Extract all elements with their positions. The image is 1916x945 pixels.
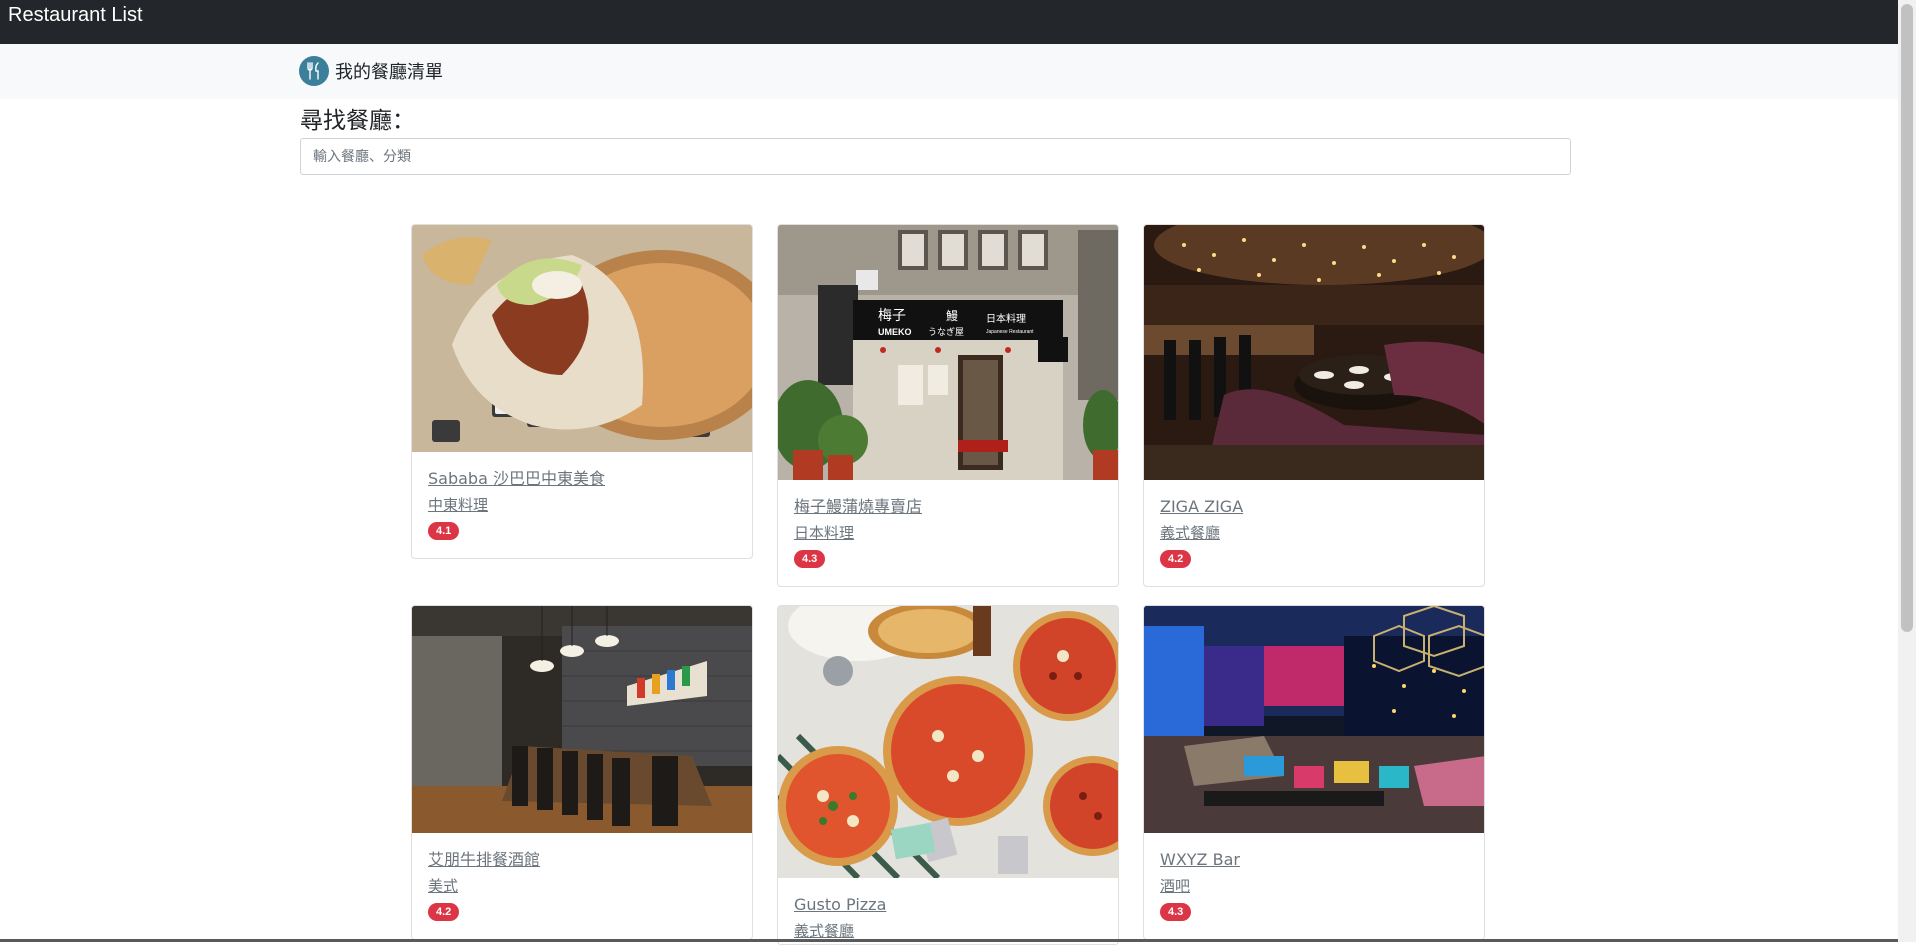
search-label: 尋找餐廳： xyxy=(300,108,415,134)
restaurant-name[interactable]: 梅子鰻蒲燒專賣店 xyxy=(794,494,1102,520)
restaurant-card[interactable]: WXYZ Bar 酒吧 4.3 xyxy=(1143,605,1485,940)
restaurant-photo[interactable] xyxy=(412,225,752,452)
sign-eel: 鰻 xyxy=(946,309,958,323)
scrollbar-thumb[interactable] xyxy=(1901,4,1913,632)
rating-badge: 4.3 xyxy=(1160,903,1192,921)
restaurant-name[interactable]: Sababa 沙巴巴中東美食 xyxy=(428,466,736,492)
restaurant-photo[interactable]: 梅子 UMEKO 鰻 うなぎ屋 日本料理 Japanese Restaurant xyxy=(778,225,1118,480)
restaurant-category[interactable]: 中東料理 xyxy=(428,492,736,518)
fork-knife-icon xyxy=(299,56,329,86)
restaurant-photo[interactable] xyxy=(412,606,752,833)
rating-badge: 4.3 xyxy=(794,550,826,568)
sign-sub: UMEKO xyxy=(878,327,912,337)
restaurant-name[interactable]: Gusto Pizza xyxy=(794,892,1102,918)
brand-name: 我的餐廳清單 xyxy=(335,62,443,83)
brand-bar: 我的餐廳清單 xyxy=(0,44,1898,99)
restaurant-name[interactable]: WXYZ Bar xyxy=(1160,847,1468,873)
restaurant-name[interactable]: ZIGA ZIGA xyxy=(1160,494,1468,520)
restaurant-card[interactable]: 梅子 UMEKO 鰻 うなぎ屋 日本料理 Japanese Restaurant… xyxy=(777,224,1119,587)
restaurant-card[interactable]: Sababa 沙巴巴中東美食 中東料理 4.1 xyxy=(411,224,753,559)
rating-badge: 4.2 xyxy=(428,903,460,921)
sign-main: 梅子 xyxy=(878,308,906,324)
restaurant-category[interactable]: 酒吧 xyxy=(1160,873,1468,899)
restaurant-name[interactable]: 艾朋牛排餐酒館 xyxy=(428,847,736,873)
restaurant-category[interactable]: 日本料理 xyxy=(794,520,1102,546)
sign-en: Japanese Restaurant xyxy=(986,329,1034,335)
search-input[interactable] xyxy=(300,138,1571,175)
top-navbar: Restaurant List xyxy=(0,0,1898,44)
sign-kana: うなぎ屋 xyxy=(928,326,964,338)
restaurant-card[interactable]: ZIGA ZIGA 義式餐廳 4.2 xyxy=(1143,224,1485,587)
vertical-scrollbar[interactable] xyxy=(1898,0,1916,942)
restaurant-category[interactable]: 義式餐廳 xyxy=(1160,520,1468,546)
rating-badge: 4.2 xyxy=(1160,550,1192,568)
restaurant-category[interactable]: 美式 xyxy=(428,873,736,899)
rating-badge: 4.1 xyxy=(428,522,460,540)
brand-link[interactable]: 我的餐廳清單 xyxy=(299,56,443,86)
app-title[interactable]: Restaurant List xyxy=(8,4,143,27)
restaurant-card[interactable]: Gusto Pizza 義式餐廳 xyxy=(777,605,1119,945)
restaurant-card[interactable]: 艾朋牛排餐酒館 美式 4.2 xyxy=(411,605,753,940)
sign-jp: 日本料理 xyxy=(986,312,1026,325)
restaurant-photo[interactable] xyxy=(778,606,1118,878)
restaurant-photo[interactable] xyxy=(1144,225,1484,480)
restaurant-photo[interactable] xyxy=(1144,606,1484,833)
